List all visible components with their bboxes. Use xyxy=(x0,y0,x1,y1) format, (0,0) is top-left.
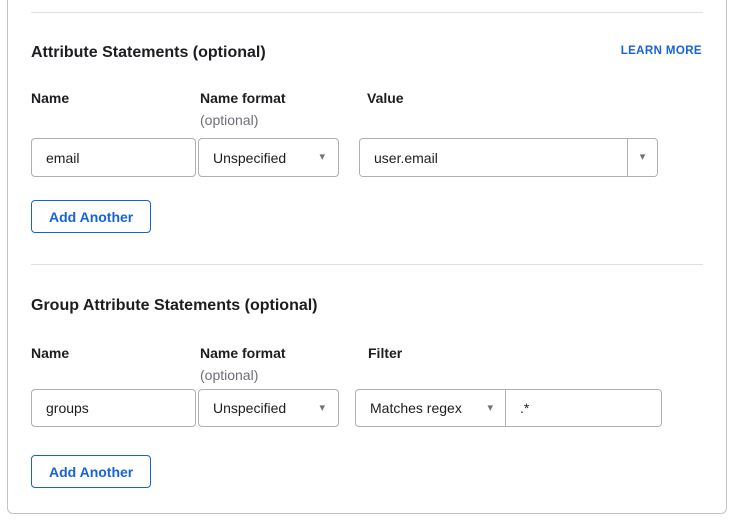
chevron-down-icon: ▾ xyxy=(319,401,325,414)
group-name-format-select[interactable]: Unspecified ▾ xyxy=(198,389,339,427)
attr-col-header-value: Value xyxy=(367,90,404,106)
attr-col-header-name: Name xyxy=(31,90,70,106)
attr-value-dropdown-button[interactable]: ▾ xyxy=(627,139,657,176)
learn-more-link[interactable]: LEARN MORE xyxy=(621,45,702,57)
attr-col-header-name-format: Name format xyxy=(200,90,286,106)
chevron-down-icon: ▾ xyxy=(639,151,646,163)
group-col-header-filter: Filter xyxy=(368,345,403,361)
attr-add-another-button[interactable]: Add Another xyxy=(31,200,152,233)
group-filter-value-input[interactable] xyxy=(506,390,661,426)
group-add-another-button[interactable]: Add Another xyxy=(31,455,152,488)
chevron-down-icon: ▾ xyxy=(487,401,493,414)
attr-col-header-name-format-note: (optional) xyxy=(200,112,259,128)
group-attribute-statements-heading: Group Attribute Statements (optional) xyxy=(31,297,318,314)
group-name-format-selected-value: Unspecified xyxy=(213,400,287,416)
attr-value-combobox: ▾ xyxy=(359,138,658,177)
group-col-header-name-format-note: (optional) xyxy=(200,367,259,383)
group-filter-group: Matches regex ▾ xyxy=(355,389,662,427)
attr-value-input[interactable] xyxy=(360,139,627,176)
form-card xyxy=(7,0,727,514)
attr-name-input[interactable] xyxy=(31,138,196,177)
attribute-statements-heading: Attribute Statements (optional) xyxy=(31,44,266,61)
attr-name-format-select[interactable]: Unspecified ▾ xyxy=(198,138,339,177)
group-col-header-name: Name xyxy=(31,345,70,361)
group-filter-type-selected-value: Matches regex xyxy=(370,400,462,416)
saml-settings-form: Attribute Statements (optional) LEARN MO… xyxy=(0,0,737,530)
section-divider-top xyxy=(31,12,703,13)
group-name-input[interactable] xyxy=(31,389,196,427)
chevron-down-icon: ▾ xyxy=(319,151,325,163)
attr-name-format-selected-value: Unspecified xyxy=(213,149,287,166)
group-col-header-name-format: Name format xyxy=(200,345,286,361)
group-filter-type-select[interactable]: Matches regex ▾ xyxy=(356,390,506,426)
section-divider-middle xyxy=(31,264,703,265)
